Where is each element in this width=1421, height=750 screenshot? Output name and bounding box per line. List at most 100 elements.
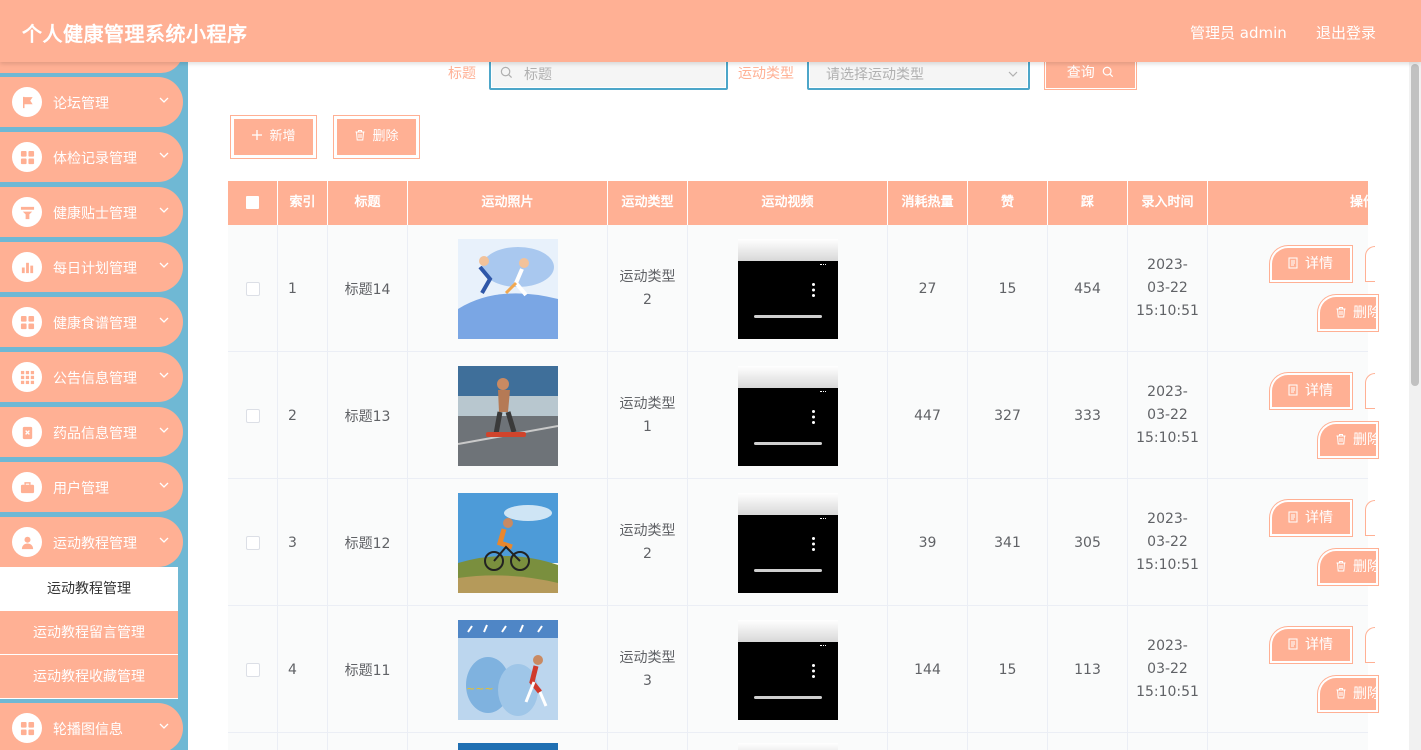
select-all-checkbox[interactable] <box>246 196 259 209</box>
detail-button[interactable]: 详情 <box>1270 627 1352 663</box>
chevron-up-icon <box>159 537 169 543</box>
sidebar-item-tips[interactable]: 健康贴士管理 <box>0 187 183 237</box>
trash-icon <box>1336 434 1346 445</box>
add-button[interactable]: 新增 <box>231 116 316 158</box>
video-player[interactable] <box>737 238 838 339</box>
type-filter-label: 运动类型 <box>738 66 794 82</box>
header-video: 运动视频 <box>688 181 888 225</box>
video-player[interactable] <box>737 743 838 750</box>
index-cell: 3 <box>278 479 328 606</box>
filter-icon <box>12 197 42 227</box>
chevron-down-icon <box>159 482 169 488</box>
video-player[interactable] <box>737 492 838 593</box>
submenu-item-exercise-comments[interactable]: 运动教程留言管理 <box>0 611 178 655</box>
video-player[interactable] <box>737 619 838 720</box>
sidebar-item-carousel[interactable]: 轮播图信息 <box>0 703 183 750</box>
likes-cell: 15 <box>968 225 1048 352</box>
video-cell <box>688 479 888 606</box>
row-delete-button[interactable]: 删除 <box>1318 295 1378 331</box>
more-options-icon[interactable] <box>811 663 815 678</box>
row-delete-button[interactable]: 删除 <box>1318 549 1378 585</box>
sidebar-item-users[interactable]: 用户管理 <box>0 462 183 512</box>
plus-icon <box>252 130 263 140</box>
edit-button[interactable] <box>1365 373 1375 409</box>
page-scrollbar[interactable] <box>1409 62 1421 750</box>
trash-icon <box>1336 561 1346 572</box>
exercise-photo[interactable] <box>457 492 558 593</box>
row-checkbox[interactable] <box>245 281 260 296</box>
exercise-photo[interactable] <box>457 743 558 750</box>
video-progress-bar[interactable] <box>753 695 822 699</box>
video-progress-bar[interactable] <box>753 314 822 318</box>
delete-button[interactable]: 删除 <box>334 116 419 158</box>
row-delete-button[interactable]: 删除 <box>1318 422 1378 458</box>
type-cell: 运动类型2 <box>608 225 688 352</box>
sidebar-item-label: 论坛管理 <box>53 96 109 112</box>
video-player[interactable] <box>737 365 838 466</box>
trash-icon <box>355 130 365 141</box>
likes-cell <box>968 733 1048 750</box>
logout-link[interactable]: 退出登录 <box>1316 22 1376 43</box>
scrollbar-thumb[interactable] <box>1411 64 1419 386</box>
edit-button[interactable] <box>1365 500 1375 536</box>
more-options-icon[interactable] <box>811 536 815 551</box>
add-button-label: 新增 <box>269 129 296 144</box>
sidebar-item-medicine[interactable]: 药品信息管理 <box>0 407 183 457</box>
exercise-photo[interactable] <box>457 238 558 339</box>
table-header: 索引 标题 运动照片 运动类型 运动视频 消耗热量 赞 踩 录入时间 操作 <box>228 181 1368 225</box>
row-checkbox[interactable] <box>245 408 260 423</box>
title-search-input[interactable]: 标题 <box>489 62 728 90</box>
video-progress-bar[interactable] <box>753 441 822 445</box>
query-button-label: 查询 <box>1066 65 1095 81</box>
sidebar-item-forum[interactable]: 论坛管理 <box>0 77 183 127</box>
header-title: 标题 <box>328 181 408 225</box>
sidebar-item-partial[interactable] <box>0 62 183 73</box>
type-filter-select[interactable]: 请选择运动类型 <box>807 62 1030 90</box>
trash-icon <box>1336 688 1346 699</box>
detail-button[interactable]: 详情 <box>1270 500 1352 536</box>
sidebar-item-exercise[interactable]: 运动教程管理 <box>0 517 183 567</box>
edit-button[interactable] <box>1365 627 1375 663</box>
sidebar-item-daily-plan[interactable]: 每日计划管理 <box>0 242 183 292</box>
calories-cell: 144 <box>888 606 968 733</box>
select-all-cell[interactable] <box>228 181 278 225</box>
document-icon <box>1288 384 1298 396</box>
chevron-down-icon <box>159 262 169 268</box>
briefcase-icon <box>12 472 42 502</box>
edit-button[interactable] <box>1365 246 1375 282</box>
submenu-item-exercise-favorites[interactable]: 运动教程收藏管理 <box>0 655 178 699</box>
video-progress-bar[interactable] <box>753 568 822 572</box>
header-time: 录入时间 <box>1128 181 1208 225</box>
calories-cell <box>888 733 968 750</box>
row-select-cell <box>228 606 278 733</box>
header-photo: 运动照片 <box>408 181 608 225</box>
chevron-down-icon <box>159 372 169 378</box>
row-checkbox[interactable] <box>245 535 260 550</box>
sidebar-item-recipes[interactable]: 健康食谱管理 <box>0 297 183 347</box>
sidebar-item-label: 用户管理 <box>53 481 109 497</box>
header-dislikes: 踩 <box>1048 181 1128 225</box>
row-checkbox[interactable] <box>245 662 260 677</box>
row-delete-button[interactable]: 删除 <box>1318 676 1378 712</box>
sidebar-item-notices[interactable]: 公告信息管理 <box>0 352 183 402</box>
exercise-photo[interactable] <box>457 365 558 466</box>
sidebar-item-checkup[interactable]: 体检记录管理 <box>0 132 183 182</box>
flag-icon <box>12 87 42 117</box>
index-cell <box>278 733 328 750</box>
more-options-icon[interactable] <box>811 409 815 424</box>
likes-cell: 341 <box>968 479 1048 606</box>
trash-icon <box>1336 307 1346 318</box>
row-select-cell <box>228 479 278 606</box>
exercise-photo[interactable]: ~~~ <box>457 619 558 720</box>
submenu-item-exercise[interactable]: 运动教程管理 <box>0 567 178 611</box>
detail-button[interactable]: 详情 <box>1270 246 1352 282</box>
sidebar-item-label: 每日计划管理 <box>53 261 137 277</box>
query-button[interactable]: 查询 <box>1044 62 1137 90</box>
search-icon <box>500 66 513 79</box>
detail-button[interactable]: 详情 <box>1270 373 1352 409</box>
time-cell <box>1128 733 1208 750</box>
grid-icon <box>12 713 42 743</box>
photo-cell <box>408 733 608 750</box>
more-options-icon[interactable] <box>811 282 815 297</box>
sidebar-item-label: 药品信息管理 <box>53 426 137 442</box>
